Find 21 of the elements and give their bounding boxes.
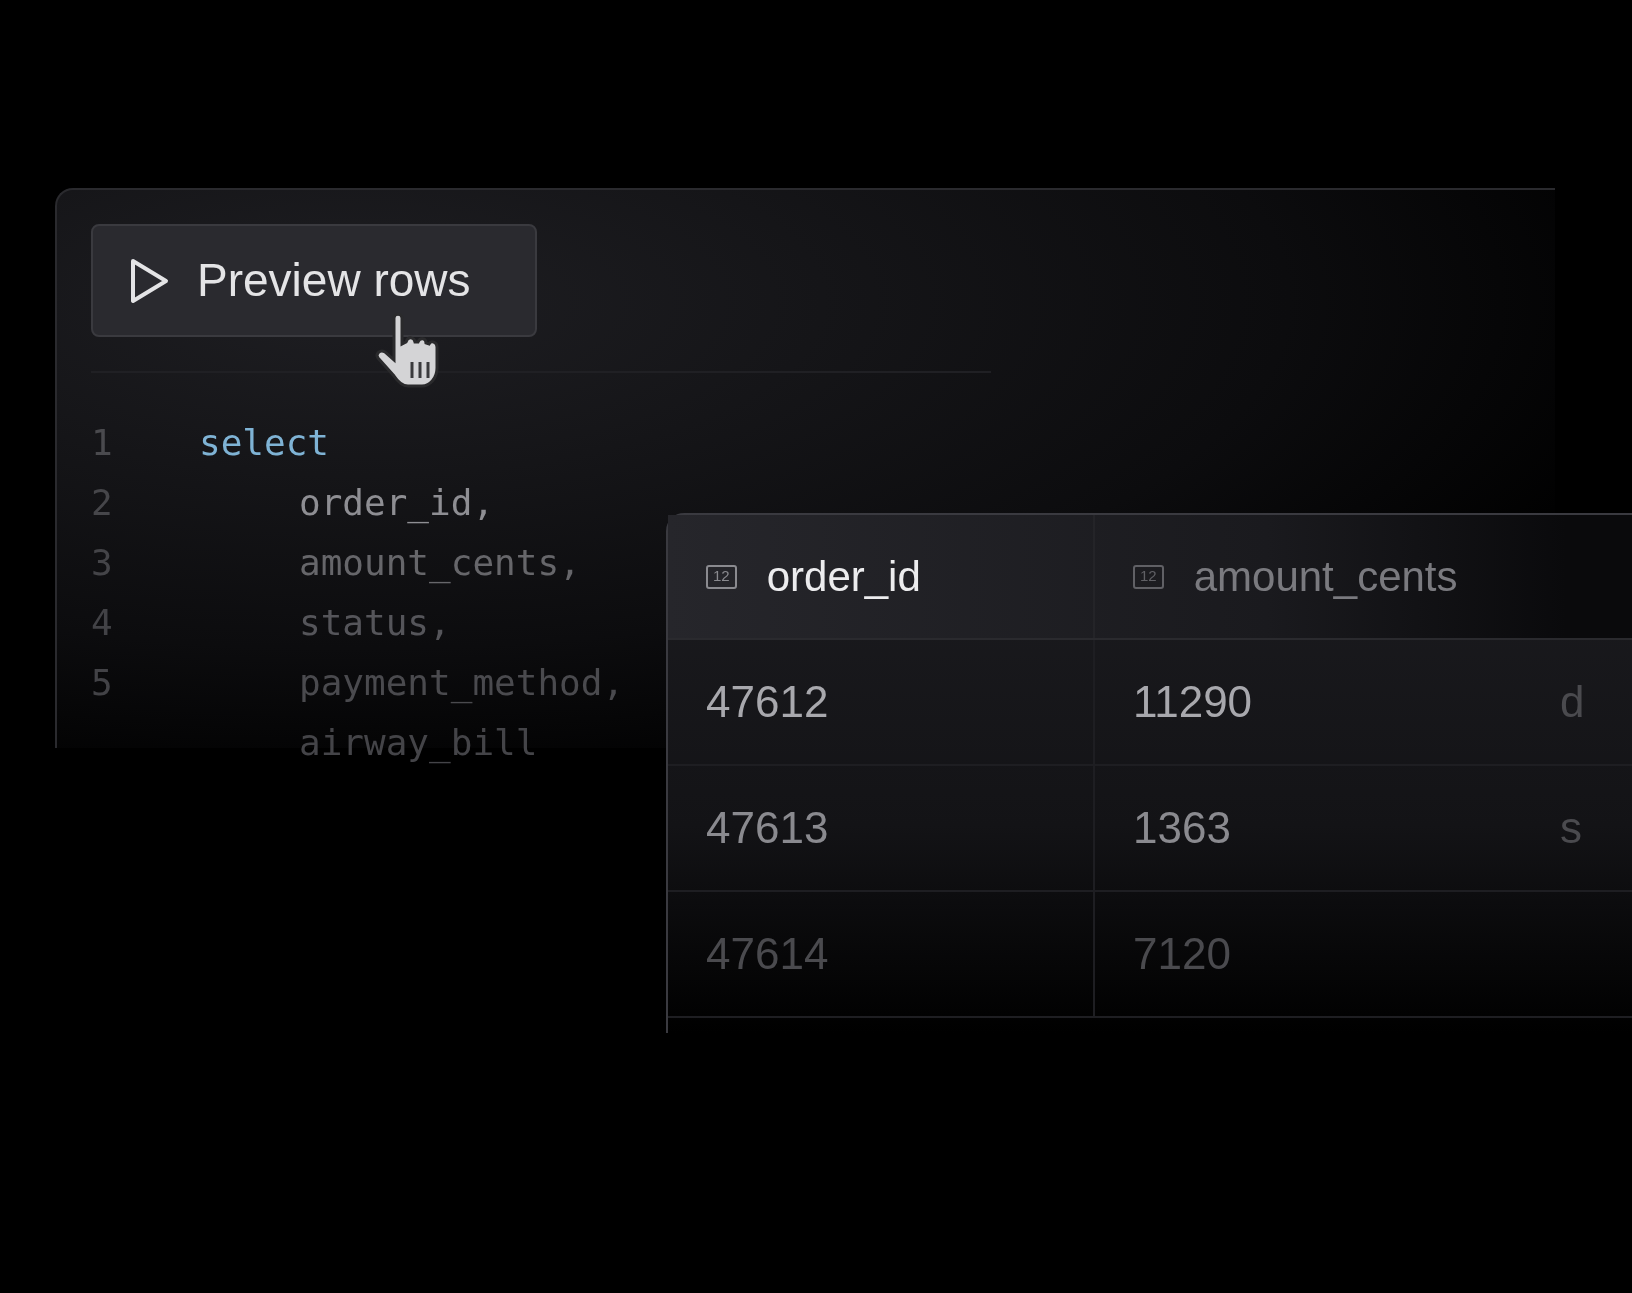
table-cell-text: s	[1560, 802, 1582, 854]
code-line: airway_bill	[299, 721, 538, 766]
table-cell-text: 1363	[1133, 802, 1231, 854]
table-cell-text: 11290	[1133, 676, 1253, 728]
line-number: 5	[91, 661, 114, 705]
line-number: 4	[91, 601, 114, 645]
code-line: select	[199, 421, 330, 465]
code-line: order_id,	[299, 481, 495, 526]
column-header[interactable]: order_id	[766, 545, 921, 608]
table-cell-text: 7120	[1133, 928, 1231, 980]
column-header[interactable]: amount_cents	[1193, 545, 1458, 608]
play-icon	[129, 257, 169, 304]
code-line: status,	[299, 601, 451, 645]
code-line: amount_cents,	[299, 541, 581, 586]
table-cell-text: 47613	[706, 802, 829, 854]
number-type-badge: 12	[1133, 564, 1164, 589]
table-cell-text: 47612	[706, 676, 829, 728]
number-type-badge: 12	[706, 564, 737, 589]
preview-rows-button[interactable]: Preview rows	[91, 224, 537, 337]
table-cell-text: 47614	[706, 928, 829, 980]
code-line: payment_method,	[299, 661, 625, 706]
